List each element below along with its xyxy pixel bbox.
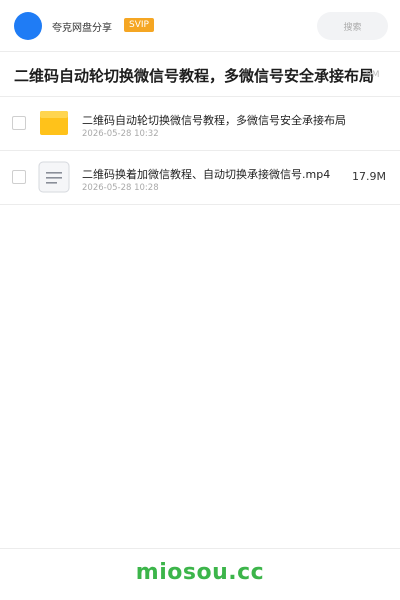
- search-input[interactable]: 搜索: [317, 12, 388, 40]
- file-row[interactable]: 二维码换着加微信教程、自动切换承接微信号.mp4 2026-05-28 10:2…: [0, 151, 400, 205]
- file-row[interactable]: 二维码自动轮切换微信号教程，多微信号安全承接布局 2026-05-28 10:3…: [0, 97, 400, 151]
- watermark: miosou.cc: [135, 560, 265, 585]
- folder-icon: [40, 111, 68, 135]
- title-size: 9M: [366, 70, 380, 80]
- search-placeholder: 搜索: [343, 22, 362, 33]
- file-checkbox[interactable]: [12, 170, 26, 184]
- file-date: 2026-05-28 10:28: [82, 183, 159, 193]
- page-title: 二维码自动轮切换微信号教程，多微信号安全承接布局: [14, 67, 375, 85]
- document-icon: [38, 161, 70, 193]
- file-size: 17.9M: [352, 170, 386, 183]
- file-name[interactable]: 二维码换着加微信教程、自动切换承接微信号.mp4: [82, 166, 330, 182]
- file-date: 2026-05-28 10:32: [82, 129, 159, 139]
- file-name[interactable]: 二维码自动轮切换微信号教程，多微信号安全承接布局: [82, 112, 346, 128]
- avatar[interactable]: [14, 12, 42, 40]
- svip-badge: SVIP: [124, 18, 154, 32]
- divider: [0, 548, 400, 549]
- file-checkbox[interactable]: [12, 116, 26, 130]
- top-bar: 夸克网盘分享 SVIP 搜索: [0, 0, 400, 52]
- owner-name[interactable]: 夸克网盘分享: [52, 19, 112, 34]
